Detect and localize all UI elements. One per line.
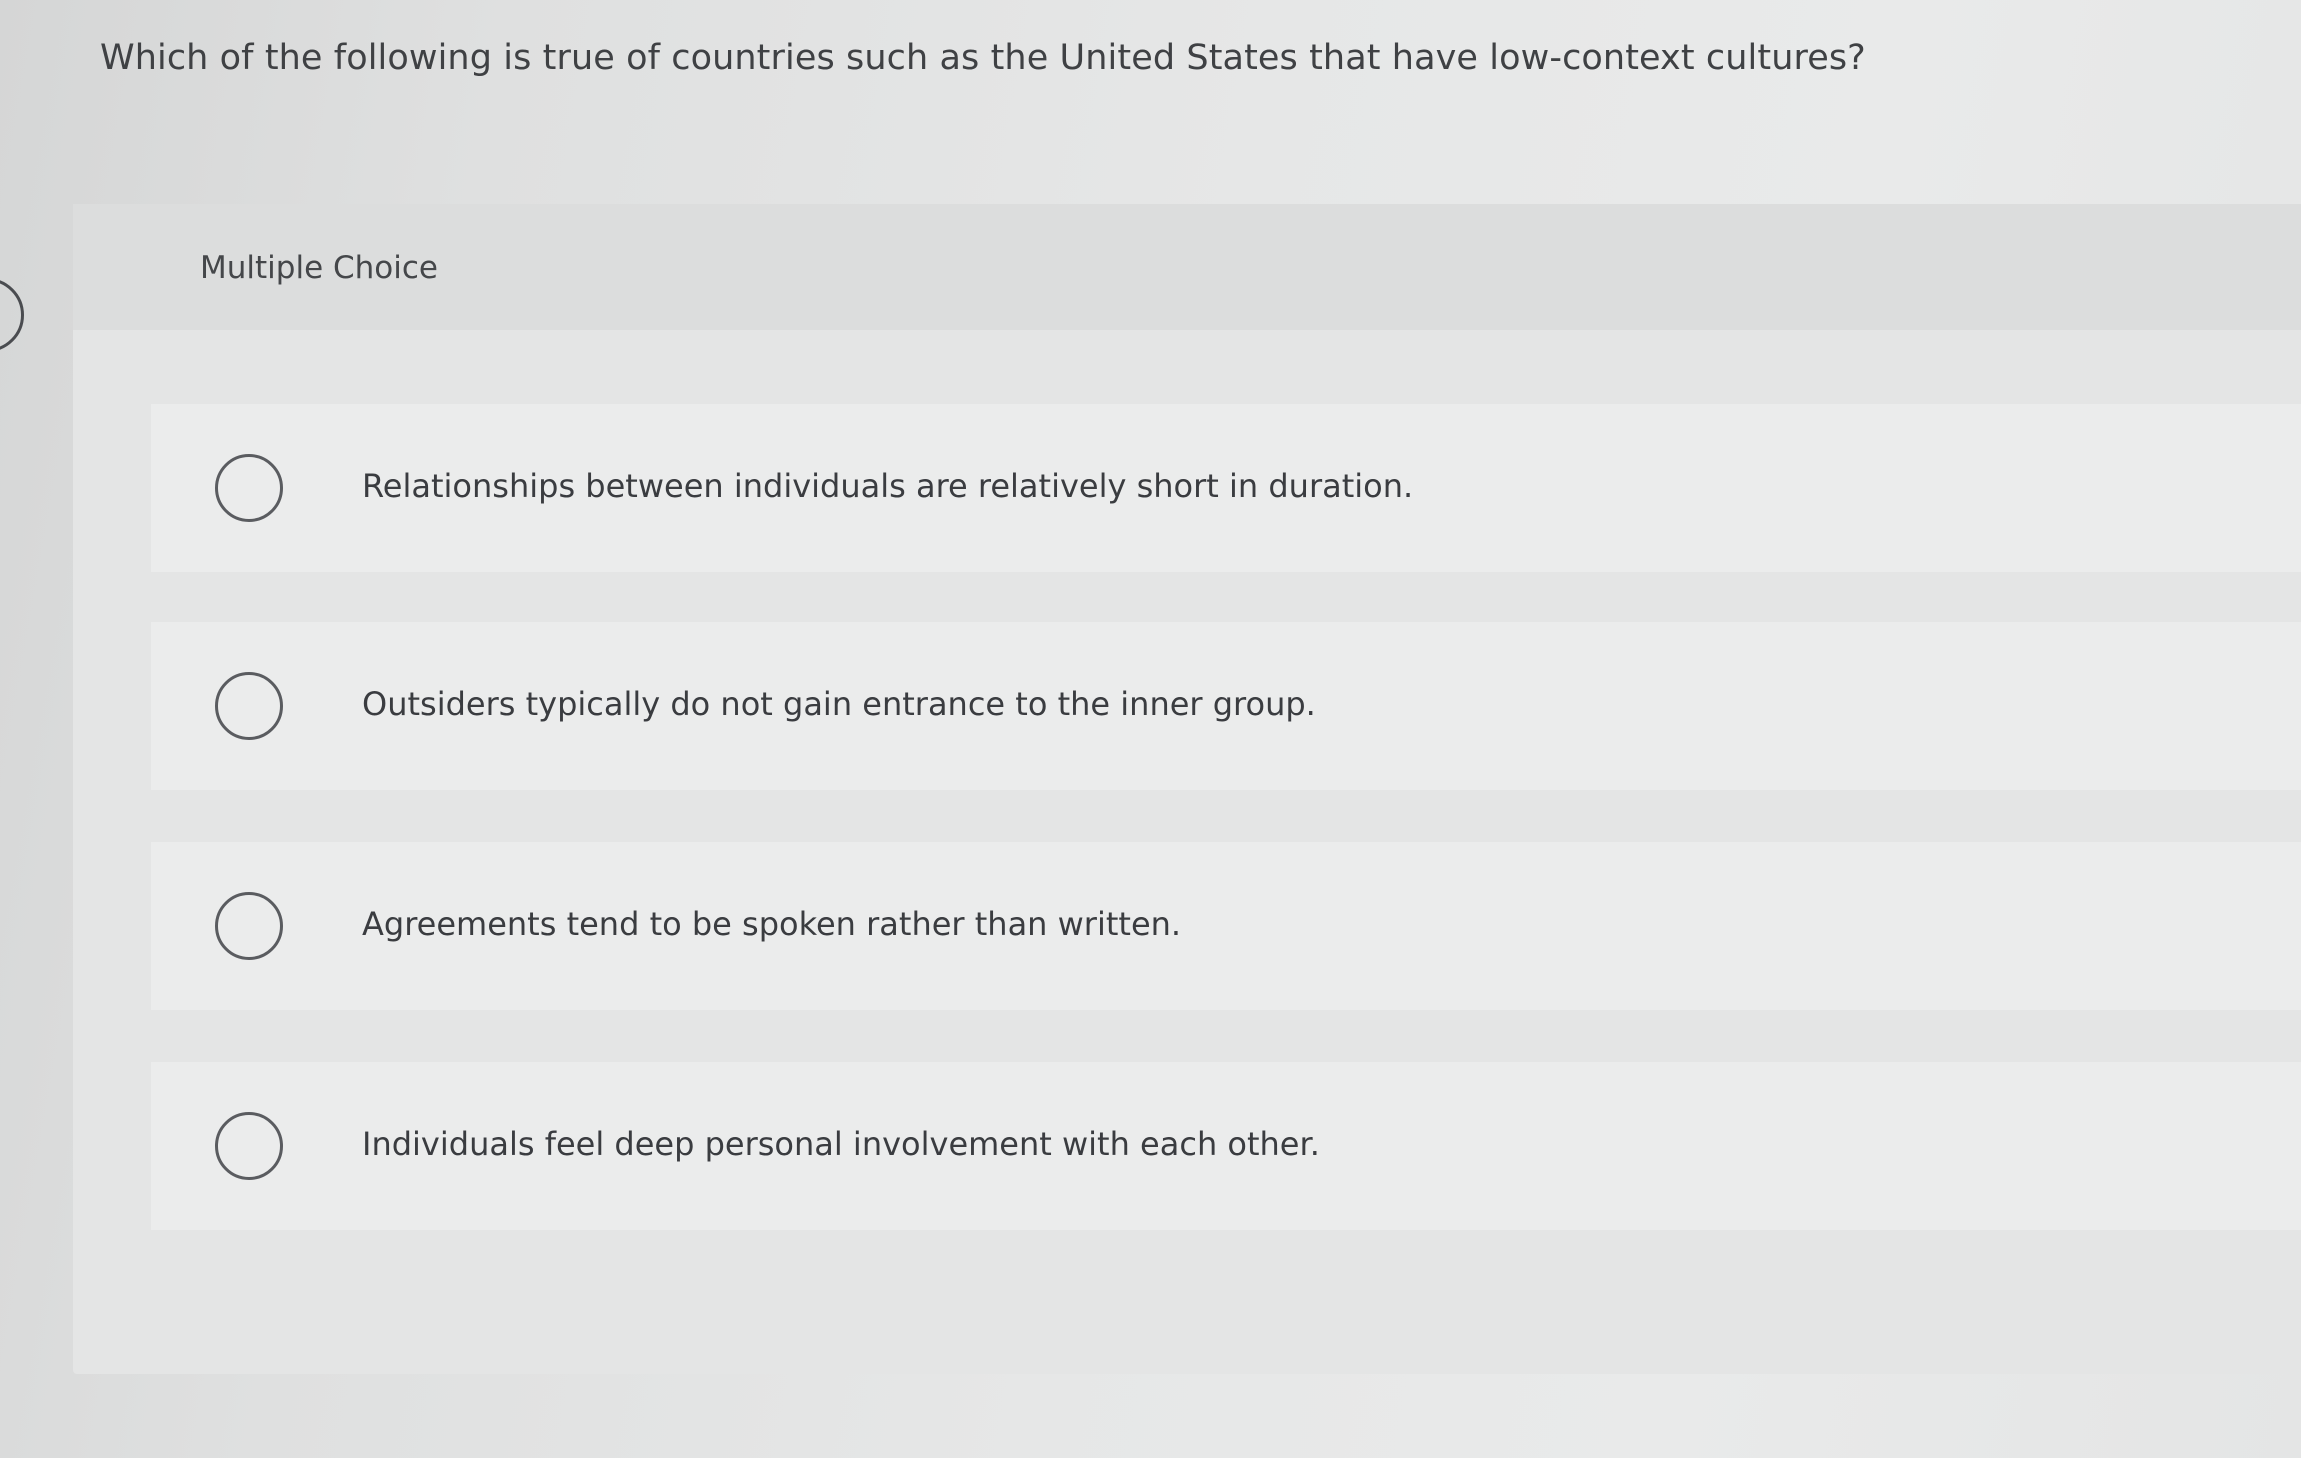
question-text: Which of the following is true of countr… <box>100 38 1866 78</box>
multiple-choice-card: Multiple Choice Relationships between in… <box>73 204 2301 1374</box>
answer-option-label[interactable]: Agreements tend to be spoken rather than… <box>362 905 1181 943</box>
answer-option-2[interactable]: Outsiders typically do not gain entrance… <box>151 622 2301 790</box>
answer-options: Relationships between individuals are re… <box>73 204 2301 1374</box>
radio-unselected-icon[interactable] <box>215 1112 283 1180</box>
radio-unselected-icon[interactable] <box>215 672 283 740</box>
answer-option-3[interactable]: Agreements tend to be spoken rather than… <box>151 842 2301 1010</box>
radio-unselected-icon[interactable] <box>215 892 283 960</box>
answer-option-4[interactable]: Individuals feel deep personal involveme… <box>151 1062 2301 1230</box>
answer-option-1[interactable]: Relationships between individuals are re… <box>151 404 2301 572</box>
previous-question-icon[interactable] <box>0 278 24 352</box>
radio-unselected-icon[interactable] <box>215 454 283 522</box>
answer-option-label[interactable]: Individuals feel deep personal involveme… <box>362 1125 1320 1163</box>
answer-option-label[interactable]: Outsiders typically do not gain entrance… <box>362 685 1316 723</box>
answer-option-label[interactable]: Relationships between individuals are re… <box>362 467 1413 505</box>
